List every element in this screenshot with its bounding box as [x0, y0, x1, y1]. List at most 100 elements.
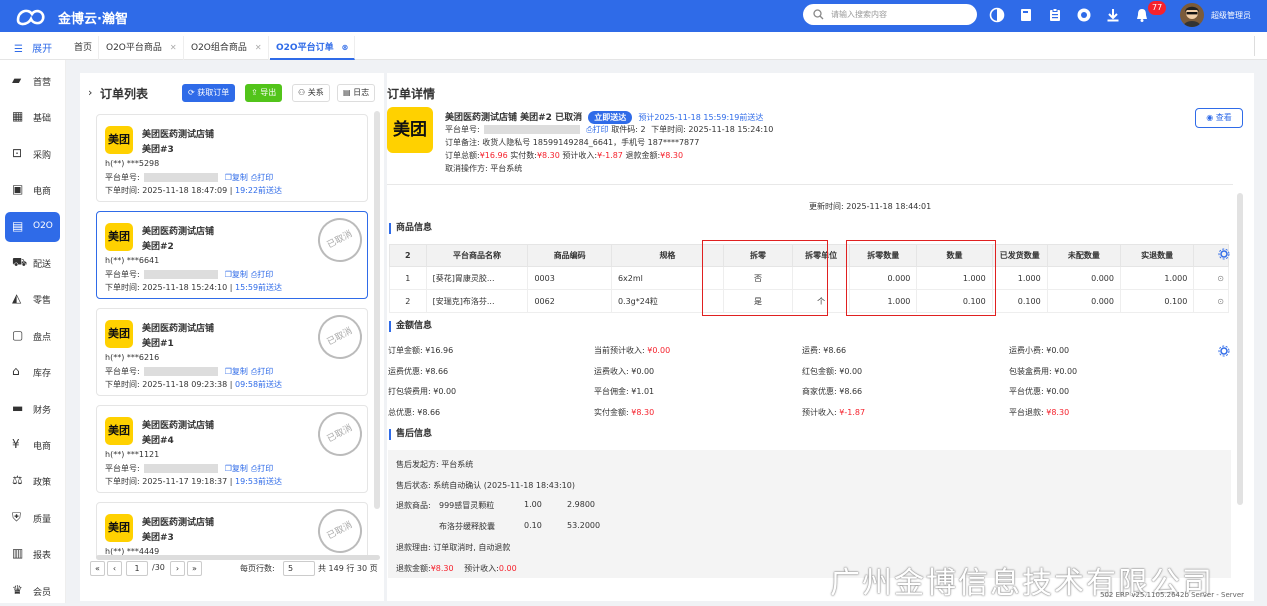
order-card[interactable]: 美团 美团医药测试店铺 美团#3 h(**) ***5298 平台单号: ❐复制 ⎙打印 下单…	[96, 114, 368, 202]
tab-o2o-products[interactable]: O2O平台商品 ✕	[100, 36, 184, 60]
fetch-orders-button[interactable]: ⟳ 获取订单	[182, 84, 236, 102]
clipboard-icon[interactable]	[1047, 7, 1063, 23]
platform-seq: 美团#2	[142, 242, 174, 252]
avatar[interactable]	[1180, 3, 1204, 27]
tab-divider	[1254, 36, 1255, 56]
cancelled-stamp: 已取消	[310, 501, 370, 557]
expand-menu-button[interactable]: ☰ 展开	[14, 40, 52, 55]
sidebar-item-3[interactable]: ▣ 电商	[0, 175, 66, 205]
goods-section-title: 商品信息	[389, 223, 432, 234]
print-label: 打印	[257, 367, 274, 376]
sidebar-item-6[interactable]: ◭ 零售	[0, 284, 66, 314]
sidebar-item-9[interactable]: ▬ 财务	[0, 394, 66, 424]
settings-icon[interactable]	[1218, 345, 1230, 357]
close-icon[interactable]: ✕	[255, 43, 262, 52]
order-card[interactable]: 美团 美团医药测试店铺 美团#2 h(**) ***6641 平台单号: ❐复制 ⎙打印 下单…	[96, 210, 370, 299]
paid-label: 实付数:	[510, 151, 537, 160]
cancelled-stamp: 已取消	[310, 307, 370, 367]
download-icon[interactable]	[1105, 7, 1121, 23]
tab-o2o-orders[interactable]: O2O平台订单 ⊗	[270, 36, 356, 60]
close-icon[interactable]: ⊗	[342, 43, 349, 52]
delivery-badge: 立即送达	[588, 111, 633, 124]
print-link[interactable]: ⎙打印	[586, 125, 608, 134]
sidebar-item-8[interactable]: ⌂ 库存	[0, 357, 66, 387]
print-link[interactable]: ⎙打印	[251, 367, 273, 376]
prev-page-button[interactable]: ‹	[107, 561, 122, 576]
order-card[interactable]: 美团 美团医药测试店铺 美团#3 h(**) ***4449 已取消	[96, 501, 370, 557]
tab-home[interactable]: 首页	[68, 36, 100, 60]
platform-no-row: 平台单号: ❐复制 ⎙打印	[105, 366, 273, 377]
copy-link[interactable]: ❐复制	[225, 367, 248, 376]
relation-button[interactable]: ⚇ 关系	[292, 84, 330, 102]
sidebar-item-1[interactable]: ▦ 基础	[0, 102, 66, 132]
settings-icon[interactable]	[1218, 248, 1230, 260]
sidebar-item-label: 电商	[33, 442, 52, 452]
upload-icon: ⇪	[251, 88, 261, 97]
collapse-icon[interactable]: ›	[88, 86, 92, 99]
button-label: 导出	[260, 88, 277, 97]
aftersale-initiator: 售后发起方: 平台系统	[396, 460, 474, 469]
order-card[interactable]: 美团 美团医药测试店铺 美团#4 h(**) ***1121 平台单号: ❐复制 ⎙打印 下单…	[96, 404, 370, 493]
sidebar-item-7[interactable]: ▢ 盘点	[0, 321, 66, 351]
platform-seq: 美团#3	[142, 145, 174, 155]
last-page-button[interactable]: »	[187, 561, 202, 576]
list-hscrollbar[interactable]	[96, 555, 380, 560]
sidebar-item-12[interactable]: ⛨ 质量	[0, 503, 66, 533]
export-button[interactable]: ⇪ 导出	[245, 84, 283, 102]
column-header[interactable]: 实退数量	[1119, 244, 1195, 267]
sidebar-item-5[interactable]: ⛟ 配送	[0, 248, 66, 278]
view-button[interactable]: ◉ 查看	[1195, 108, 1243, 128]
column-header[interactable]: 已发货数量	[991, 244, 1048, 267]
sidebar-item-13[interactable]: ▥ 报表	[0, 539, 66, 569]
tab-o2o-combo-products[interactable]: O2O组合商品 ✕	[185, 36, 269, 60]
order-time-row: 下单时间: 2025-11-18 15:24:10 | 15:59前送达	[105, 283, 283, 292]
column-header[interactable]: 商品编码	[527, 244, 612, 267]
sidebar-item-11[interactable]: ⚖ 政策	[0, 466, 66, 496]
rows-per-page-input[interactable]: 5	[283, 561, 315, 576]
refresh-icon: ⟳	[188, 88, 198, 97]
print-link[interactable]: ⎙打印	[251, 464, 273, 473]
list-scrollbar[interactable]	[374, 111, 380, 509]
copy-label: 复制	[231, 173, 248, 182]
sidebar-item-4[interactable]: ▤ O2O	[5, 211, 60, 242]
next-page-button[interactable]: ›	[170, 561, 185, 576]
close-icon[interactable]: ✕	[170, 43, 177, 52]
copy-link[interactable]: ❐复制	[225, 270, 248, 279]
order-time: 2025-11-18 09:23:38	[142, 380, 228, 389]
platform-no-row: 平台单号: ❐复制 ⎙打印	[105, 172, 273, 183]
column-header[interactable]: 2	[389, 244, 427, 267]
theme-icon[interactable]	[989, 7, 1005, 23]
column-header[interactable]: 未配数量	[1046, 244, 1121, 267]
page-number-input[interactable]: 1	[126, 561, 148, 576]
log-button[interactable]: ▤ 日志	[337, 84, 376, 102]
detail-scrollbar[interactable]	[1237, 193, 1243, 505]
order-card[interactable]: 美团 美团医药测试店铺 美团#1 h(**) ***6216 平台单号: ❐复制 ⎙打印 下单…	[96, 307, 370, 396]
store-name: 美团医药测试店铺	[142, 130, 215, 140]
refund-item-amount: 53.2000	[567, 521, 601, 530]
column-header[interactable]: 平台商品名称	[425, 244, 529, 267]
info-icon[interactable]: ⊙	[1193, 289, 1229, 313]
sidebar-item-0[interactable]: ▰ 首营	[0, 66, 66, 96]
headset-icon[interactable]	[1076, 7, 1092, 23]
sidebar-item-14[interactable]: ♛ 会员	[0, 576, 66, 606]
copy-link[interactable]: ❐复制	[225, 464, 248, 473]
sidebar-item-10[interactable]: ¥ 电商	[0, 430, 66, 460]
copy-link[interactable]: ❐复制	[225, 173, 248, 182]
print-link[interactable]: ⎙打印	[251, 270, 273, 279]
book-icon[interactable]	[1018, 7, 1034, 23]
tab-label: O2O平台商品	[106, 43, 162, 53]
amount-field: 红包金额: ¥0.00	[802, 366, 863, 376]
search-input[interactable]: 请输入搜索内容	[803, 4, 977, 25]
sidebar-item-2[interactable]: ⊡ 采购	[0, 139, 66, 169]
copy-icon: ❐	[224, 270, 232, 279]
pagination: « ‹ 1 /30 › » 每页行数: 5 共 149 行 30 页	[90, 561, 380, 579]
amount-field: 运费优惠: ¥8.66	[388, 366, 449, 376]
print-link[interactable]: ⎙打印	[251, 173, 273, 182]
amount-label: 当前预计收入:	[594, 346, 648, 355]
menu-icon: ☰	[14, 44, 23, 55]
button-label: 查看	[1215, 113, 1232, 122]
first-page-button[interactable]: «	[90, 561, 105, 576]
info-icon[interactable]: ⊙	[1193, 266, 1229, 290]
customer-contact: h(**) ***6641	[105, 256, 160, 265]
user-name[interactable]: 超级管理员	[1211, 10, 1251, 21]
